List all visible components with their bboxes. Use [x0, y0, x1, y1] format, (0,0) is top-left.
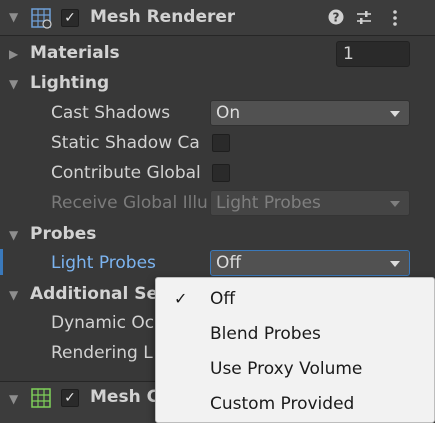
menu-item-blend-probes[interactable]: Blend Probes — [156, 317, 434, 351]
menu-item-label: Use Proxy Volume — [210, 359, 363, 379]
menu-item-label: Custom Provided — [210, 394, 355, 414]
light-probes-label: Light Probes — [51, 253, 156, 273]
light-probes-dropdown-menu: ✓ Off Blend Probes Use Proxy Volume Cust… — [155, 277, 435, 423]
additional-settings-header[interactable]: Additional Set — [30, 284, 166, 304]
static-shadow-caster-checkbox[interactable] — [212, 134, 230, 152]
menu-item-custom-provided[interactable]: Custom Provided — [156, 387, 434, 421]
mesh-renderer-icon — [31, 8, 52, 29]
rendering-layer-label: Rendering L — [51, 343, 153, 363]
light-probes-value: Off — [216, 253, 242, 273]
chevron-down-icon — [390, 201, 400, 207]
lighting-foldout-icon[interactable]: ▼ — [9, 77, 18, 91]
cast-shadows-value: On — [216, 103, 241, 123]
contribute-gi-checkbox[interactable] — [212, 164, 230, 182]
menu-item-label: Blend Probes — [210, 324, 321, 344]
next-component-enabled-checkbox[interactable]: ✓ — [61, 389, 79, 407]
svg-text:?: ? — [333, 11, 340, 25]
materials-count-field[interactable]: 1 — [336, 41, 410, 67]
lighting-header[interactable]: Lighting — [30, 73, 109, 93]
cast-shadows-label: Cast Shadows — [51, 103, 171, 123]
help-icon[interactable]: ? — [328, 9, 344, 25]
foldout-arrow-icon[interactable]: ▼ — [9, 392, 18, 406]
checkmark-icon: ✓ — [174, 289, 188, 308]
receive-gi-label: Receive Global Illu — [51, 193, 208, 213]
next-component-title: Mesh C — [90, 387, 160, 407]
chevron-down-icon — [390, 111, 400, 117]
component-title: Mesh Renderer — [90, 7, 236, 27]
component-enabled-checkbox[interactable]: ✓ — [61, 9, 79, 27]
menu-item-off[interactable]: ✓ Off — [156, 282, 434, 316]
probes-header[interactable]: Probes — [30, 224, 96, 244]
dynamic-occlusion-label: Dynamic Oc — [51, 313, 155, 333]
materials-foldout-icon[interactable]: ▶ — [9, 47, 18, 61]
receive-gi-value: Light Probes — [216, 193, 321, 213]
receive-gi-dropdown: Light Probes — [210, 190, 410, 216]
menu-item-label: Off — [210, 289, 236, 309]
light-probes-dropdown[interactable]: Off — [210, 250, 410, 276]
additional-settings-foldout-icon[interactable]: ▼ — [9, 288, 18, 302]
materials-label[interactable]: Materials — [30, 43, 120, 63]
focus-indicator — [0, 249, 3, 275]
static-shadow-caster-label: Static Shadow Ca — [51, 133, 200, 153]
chevron-down-icon — [390, 261, 400, 267]
foldout-arrow-icon[interactable]: ▼ — [9, 10, 18, 24]
more-menu-icon[interactable] — [391, 9, 399, 27]
mesh-collider-icon — [31, 388, 51, 408]
cast-shadows-dropdown[interactable]: On — [210, 100, 410, 126]
presets-icon[interactable] — [356, 10, 372, 26]
contribute-gi-label: Contribute Global — [51, 163, 201, 183]
menu-item-use-proxy-volume[interactable]: Use Proxy Volume — [156, 352, 434, 386]
component-header[interactable]: ▼ ✓ Mesh Renderer ? — [0, 0, 435, 36]
probes-foldout-icon[interactable]: ▼ — [9, 228, 18, 242]
